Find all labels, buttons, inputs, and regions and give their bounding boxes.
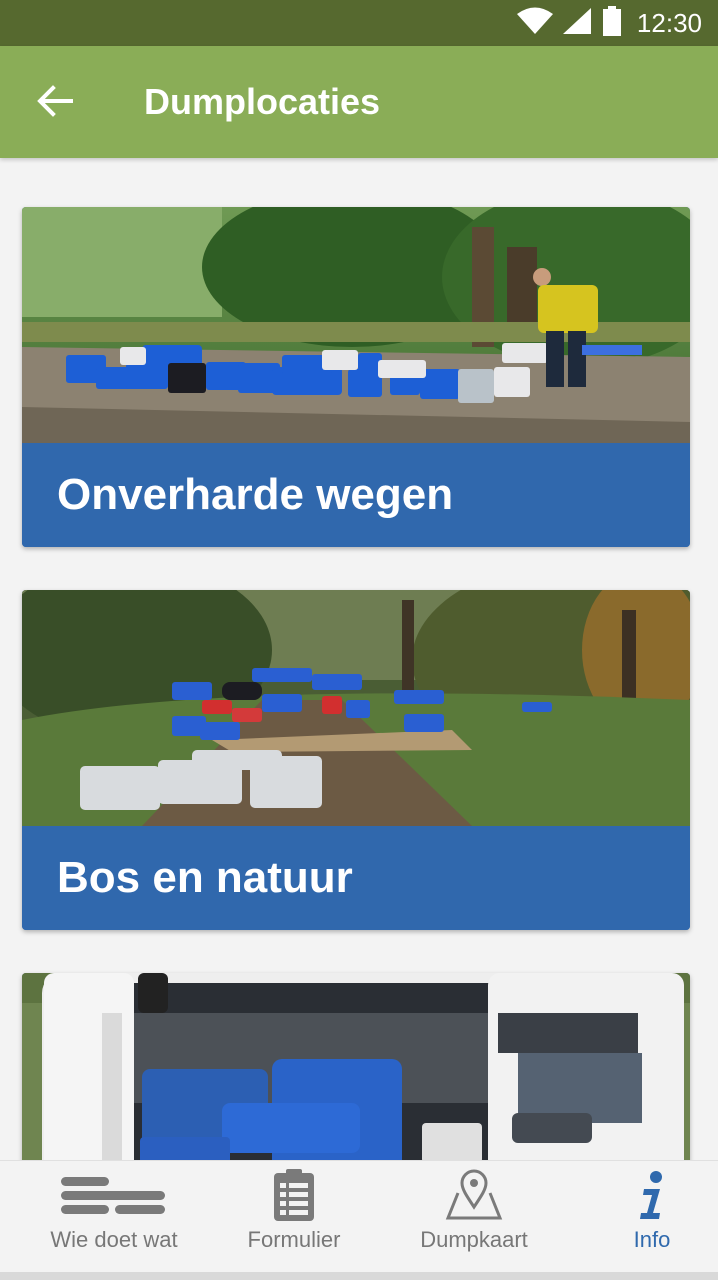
card-onverharde-wegen[interactable]: Onverharde wegen — [22, 207, 690, 547]
canisters-in-forest-photo — [22, 590, 690, 826]
system-nav-strip — [0, 1272, 718, 1280]
battery-icon — [602, 5, 621, 41]
app-bar: Dumplocaties — [0, 46, 718, 158]
list-lines-icon — [61, 1161, 167, 1221]
card-label-band: Bos en natuur — [22, 826, 690, 930]
status-bar: 12:30 — [0, 0, 718, 46]
nav-label: Formulier — [247, 1227, 341, 1252]
location-list[interactable]: Onverharde wegen Bos en natuur — [0, 158, 718, 1160]
nav-label: Dumpkaart — [420, 1227, 528, 1252]
info-icon — [638, 1161, 666, 1221]
back-button[interactable] — [30, 78, 80, 128]
van-loaded-with-canisters-photo — [22, 973, 690, 1160]
card-label: Onverharde wegen — [57, 470, 454, 519]
card-label-band: Onverharde wegen — [22, 443, 690, 547]
nav-label: Info — [633, 1227, 671, 1252]
nav-item-dumpkaart[interactable]: Dumpkaart — [404, 1161, 544, 1273]
nav-item-formulier[interactable]: Formulier — [232, 1161, 356, 1273]
status-time: 12:30 — [636, 7, 702, 38]
card-bedrijfsvoertuig[interactable] — [22, 973, 690, 1160]
page-title: Dumplocaties — [144, 81, 381, 122]
nav-item-wie-doet-wat[interactable]: Wie doet wat — [34, 1161, 194, 1273]
wifi-icon — [516, 7, 553, 40]
map-pin-icon — [444, 1161, 504, 1221]
arrow-left-icon — [37, 84, 73, 122]
canisters-on-dirt-road-photo — [22, 207, 690, 443]
status-icons: 12:30 — [516, 0, 702, 46]
clipboard-form-icon — [274, 1161, 314, 1221]
nav-item-info[interactable]: Info — [612, 1161, 692, 1273]
bottom-navigation: Wie doet wat Formulier Dumpkaart Info — [0, 1160, 718, 1272]
card-label: Bos en natuur — [57, 853, 353, 902]
card-bos-en-natuur[interactable]: Bos en natuur — [22, 590, 690, 930]
signal-icon — [562, 7, 593, 40]
nav-label: Wie doet wat — [50, 1227, 178, 1252]
